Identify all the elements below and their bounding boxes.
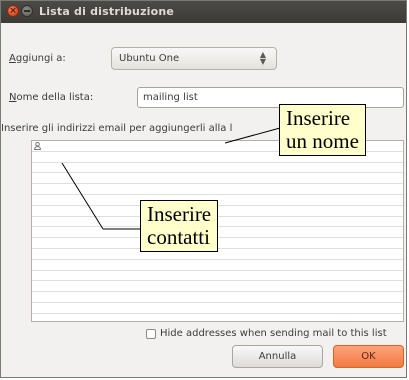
- addresses-instructions: Inserire gli indirizzi email per aggiung…: [1, 123, 233, 134]
- cancel-button[interactable]: Annulla: [232, 345, 323, 368]
- add-to-label: Aggiungi a:: [9, 53, 66, 64]
- minimize-icon[interactable]: [21, 5, 33, 17]
- list-item[interactable]: [32, 303, 403, 314]
- list-item[interactable]: [32, 173, 403, 185]
- person-icon: [34, 142, 41, 150]
- hide-addresses-checkbox[interactable]: [146, 329, 156, 339]
- list-item[interactable]: [32, 260, 403, 271]
- list-item[interactable]: [32, 281, 403, 293]
- up-down-arrows-icon: ▲ ▼: [259, 50, 266, 66]
- list-item[interactable]: [32, 314, 403, 321]
- list-name-label: Nome della lista:: [9, 92, 93, 103]
- list-item[interactable]: [32, 163, 403, 174]
- callout-insert-name: Inserire un nome: [279, 104, 366, 156]
- list-item[interactable]: [32, 292, 403, 303]
- list-item[interactable]: [32, 271, 403, 282]
- hide-addresses-label: Hide addresses when sending mail to this…: [160, 328, 387, 339]
- list-item[interactable]: [32, 184, 403, 195]
- add-to-label-text: ggiungi a:: [15, 53, 66, 64]
- add-to-combobox[interactable]: Ubuntu One ▲ ▼: [111, 47, 277, 70]
- title-bar: × Lista di distribuzione: [1, 1, 406, 23]
- callout-insert-contacts: Inserire contatti: [140, 200, 219, 252]
- add-to-value: Ubuntu One: [119, 53, 180, 64]
- callout-insert-name-line1: Inserire: [286, 106, 351, 130]
- callout-insert-name-line2: un nome: [286, 129, 359, 153]
- callout-insert-contacts-line2: contatti: [147, 225, 210, 249]
- ok-button[interactable]: OK: [333, 345, 404, 368]
- close-icon[interactable]: ×: [7, 5, 19, 17]
- list-name-label-text: ome della lista:: [16, 92, 94, 103]
- add-to-mnemonic: A: [9, 53, 16, 64]
- window-title: Lista di distribuzione: [39, 5, 175, 18]
- callout-insert-contacts-line1: Inserire: [147, 202, 212, 226]
- dialog-window: × Lista di distribuzione Aggiungi a: Ubu…: [0, 0, 407, 378]
